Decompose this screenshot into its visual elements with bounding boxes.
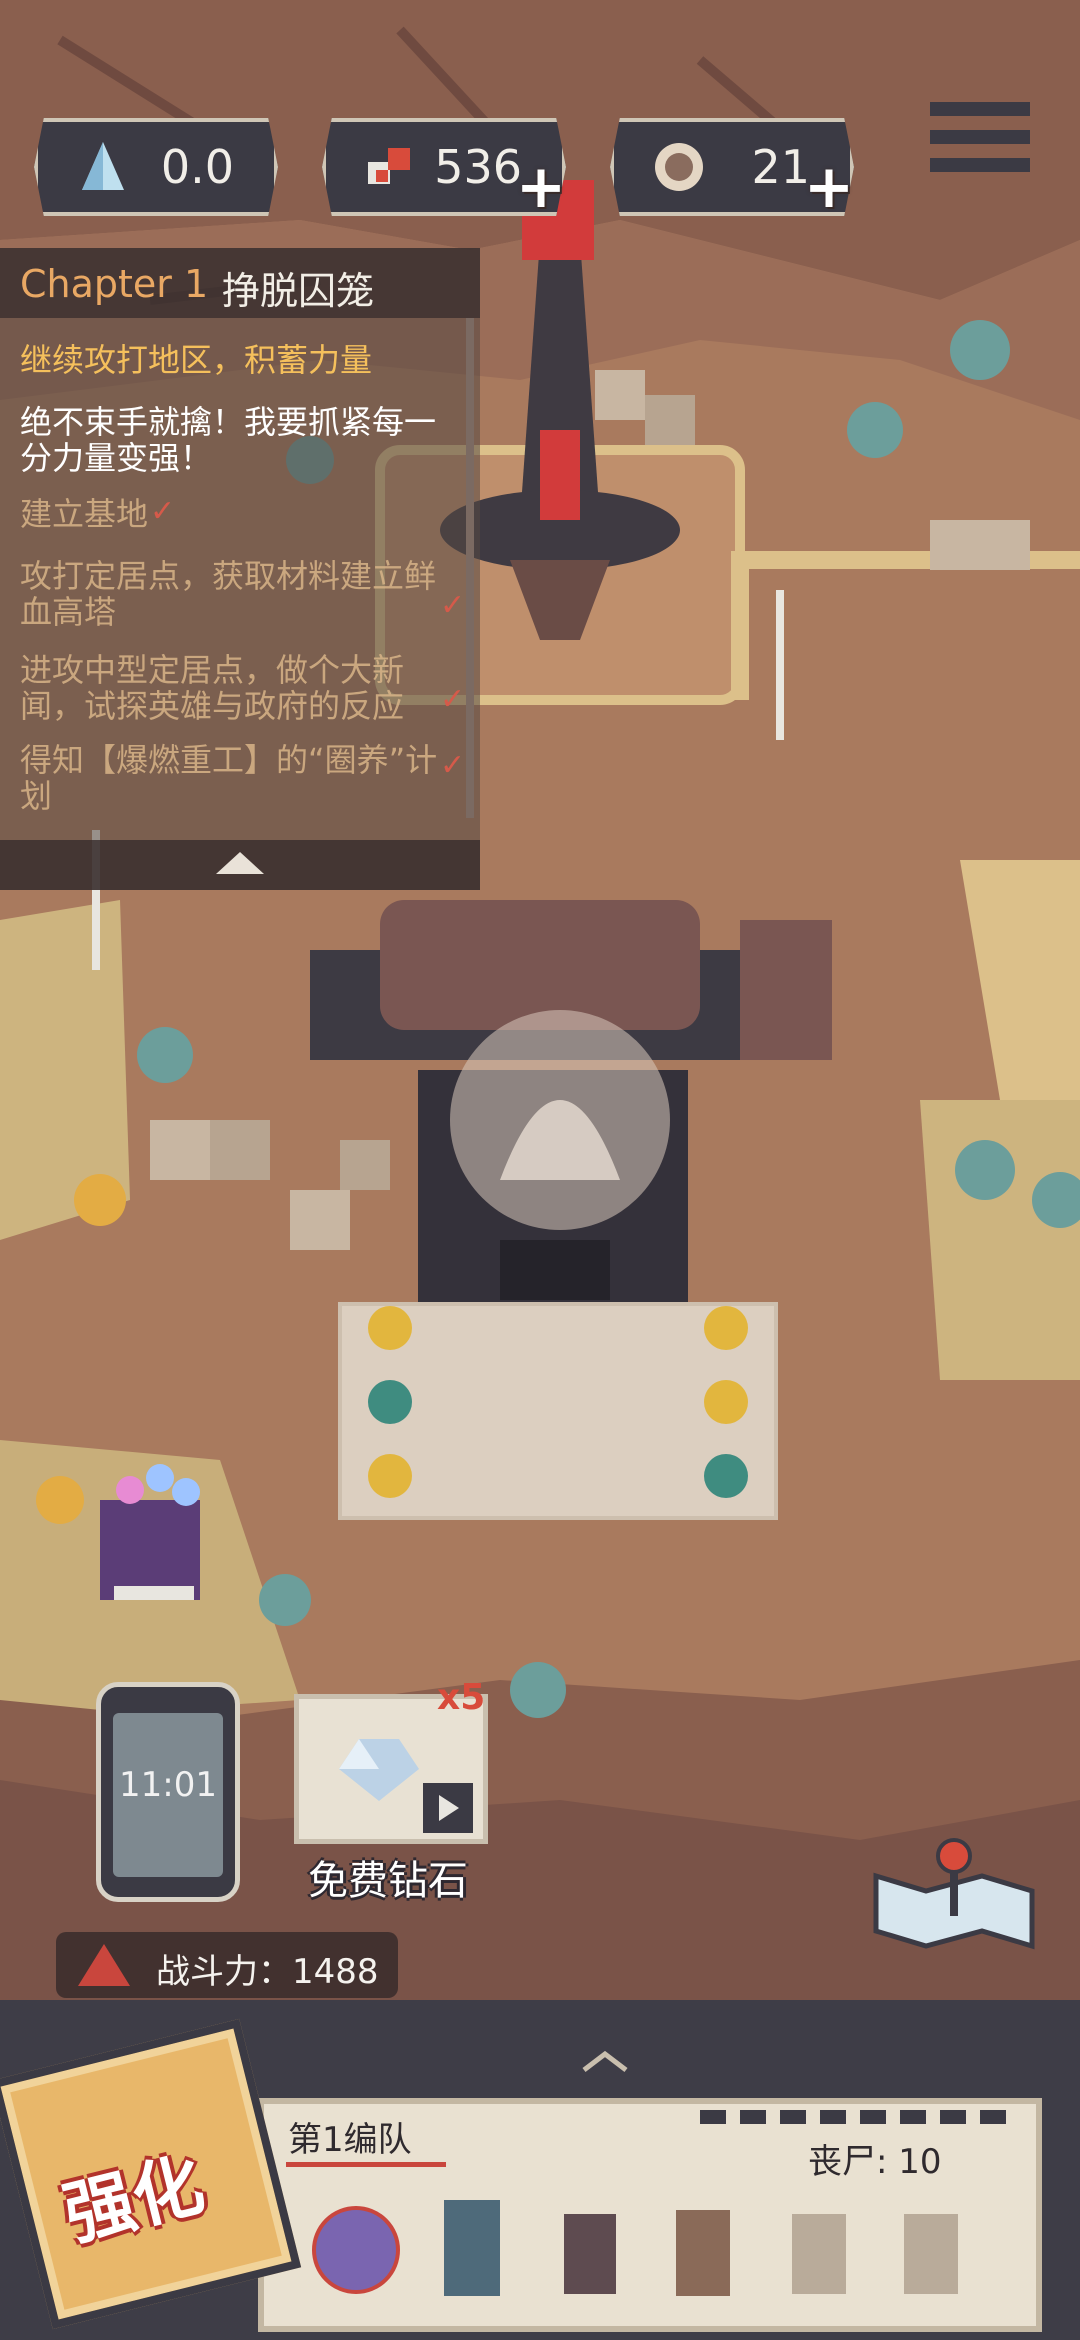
quest-task: 得知【爆燃重工】的“圈养”计划 bbox=[20, 741, 438, 815]
collapse-quest-button[interactable] bbox=[0, 840, 480, 890]
squad-member-avatar[interactable] bbox=[676, 2210, 730, 2296]
current-goal[interactable]: 继续攻打地区，积蓄力量 bbox=[20, 342, 450, 378]
free-gems-button[interactable]: x5 bbox=[294, 1677, 488, 1844]
combat-power-badge: 战斗力：1488 bbox=[56, 1932, 398, 1998]
crystal-icon bbox=[82, 142, 124, 190]
menu-icon bbox=[930, 102, 1030, 116]
world-map-button[interactable] bbox=[866, 1836, 1042, 1966]
quest-panel: Chapter 1 挣脱囚笼 继续攻打地区，积蓄力量 绝不束手就擒！我要抓紧每一… bbox=[0, 248, 480, 890]
check-icon: ✓ bbox=[440, 588, 466, 623]
empty-slot[interactable] bbox=[792, 2214, 846, 2294]
ore-icon bbox=[368, 148, 410, 184]
upgrade-label: 强化 bbox=[56, 2142, 212, 2257]
chevron-up-icon bbox=[216, 852, 264, 874]
check-icon: ✓ bbox=[440, 682, 466, 717]
ghost-shop-building[interactable] bbox=[96, 1460, 246, 1620]
quest-task: 攻打定居点，获取材料建立鲜血高塔 bbox=[20, 557, 437, 631]
combat-power-value: 战斗力：1488 bbox=[156, 1952, 379, 1992]
phone-button[interactable]: 11:01 bbox=[96, 1682, 240, 1902]
squad-panel[interactable]: 第1编队 丧尸: 10 bbox=[258, 2098, 1042, 2332]
squad-member-avatar[interactable] bbox=[444, 2200, 500, 2296]
chapter-title: 挣脱囚笼 bbox=[222, 269, 375, 313]
squad-member-avatar[interactable] bbox=[564, 2214, 616, 2294]
quest-task: 进攻中型定居点，做个大新闻，试探英雄与政府的反应 bbox=[20, 651, 405, 725]
quest-description: 绝不束手就擒！我要抓紧每一分力量变强！ bbox=[20, 403, 437, 477]
power-icon bbox=[78, 1944, 130, 1986]
quest-task: 建立基地 bbox=[20, 495, 149, 533]
check-icon: ✓ bbox=[150, 494, 176, 529]
coin-icon bbox=[655, 143, 703, 191]
energy-counter[interactable]: 0.0 bbox=[34, 118, 278, 216]
quest-scrollbar[interactable] bbox=[466, 318, 474, 818]
empty-slot[interactable] bbox=[904, 2214, 958, 2294]
squad-name: 第1编队 bbox=[288, 2120, 412, 2160]
zombie-count: 丧尸: 10 bbox=[808, 2142, 942, 2182]
energy-value: 0.0 bbox=[160, 140, 234, 194]
check-icon: ✓ bbox=[440, 748, 466, 783]
free-gems-label: 免费钻石 bbox=[308, 1858, 468, 1904]
add-material-button[interactable]: + bbox=[514, 157, 568, 217]
video-play-icon bbox=[423, 1783, 473, 1833]
menu-button[interactable] bbox=[930, 102, 1030, 184]
gem-multiplier: x5 bbox=[437, 1677, 486, 1718]
material-value: 536 bbox=[434, 140, 522, 194]
chevron-up-icon[interactable] bbox=[580, 2048, 630, 2074]
squad-divider bbox=[700, 2110, 1010, 2124]
chapter-label: Chapter 1 bbox=[20, 262, 209, 306]
squad-underline bbox=[286, 2162, 446, 2167]
phone-time: 11:01 bbox=[119, 1765, 217, 1805]
quest-header: Chapter 1 挣脱囚笼 bbox=[0, 248, 480, 318]
squad-member-avatar[interactable] bbox=[312, 2206, 400, 2294]
add-coin-button[interactable]: + bbox=[802, 157, 856, 217]
